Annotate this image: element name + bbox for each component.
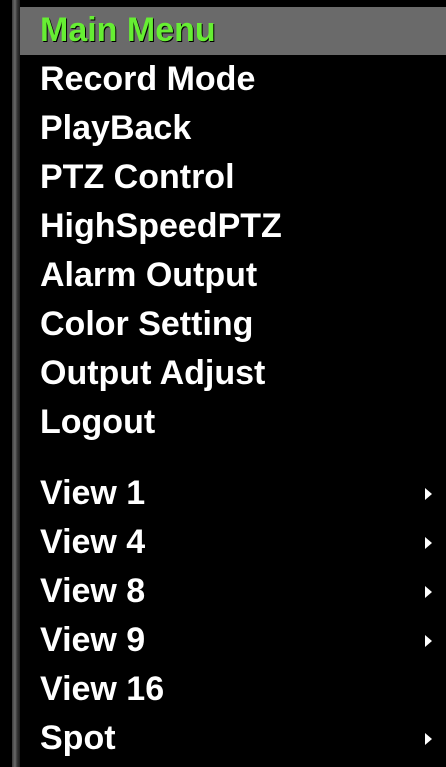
- menu-item-alarm-output[interactable]: Alarm Output: [20, 252, 446, 300]
- menu-item-playback[interactable]: PlayBack: [20, 105, 446, 153]
- menu-item-output-adjust[interactable]: Output Adjust: [20, 350, 446, 398]
- menu-item-label: View 16: [40, 670, 165, 708]
- menu-item-view-9[interactable]: View 9: [20, 617, 446, 665]
- menu-item-label: Spot: [40, 719, 116, 757]
- menu-item-label: View 1: [40, 474, 146, 512]
- menu-item-label: HighSpeedPTZ: [40, 207, 282, 245]
- chevron-right-icon: [425, 733, 432, 745]
- chevron-right-icon: [425, 537, 432, 549]
- menu-item-label: Main Menu: [40, 11, 216, 49]
- menu-item-color-setting[interactable]: Color Setting: [20, 301, 446, 349]
- chevron-right-icon: [425, 586, 432, 598]
- menu-item-view-1[interactable]: View 1: [20, 470, 446, 518]
- menu-item-view-16[interactable]: View 16: [20, 666, 446, 714]
- menu-item-view-8[interactable]: View 8: [20, 568, 446, 616]
- menu-item-label: Output Adjust: [40, 354, 266, 392]
- menu-item-label: Record Mode: [40, 60, 256, 98]
- menu-left-edge: [0, 0, 12, 767]
- menu-item-label: View 8: [40, 572, 146, 610]
- menu-item-label: Color Setting: [40, 305, 254, 343]
- menu-item-label: Logout: [40, 403, 156, 441]
- menu-item-label: View 4: [40, 523, 146, 561]
- menu-item-label: Alarm Output: [40, 256, 258, 294]
- chevron-right-icon: [425, 488, 432, 500]
- chevron-right-icon: [425, 635, 432, 647]
- menu-item-record-mode[interactable]: Record Mode: [20, 56, 446, 104]
- menu-item-view-4[interactable]: View 4: [20, 519, 446, 567]
- menu-item-label: PTZ Control: [40, 158, 235, 196]
- menu-item-highspeed-ptz[interactable]: HighSpeedPTZ: [20, 203, 446, 251]
- menu-item-label: View 9: [40, 621, 146, 659]
- menu-item-spot[interactable]: Spot: [20, 715, 446, 763]
- menu-border: [12, 0, 20, 767]
- menu-item-logout[interactable]: Logout: [20, 399, 446, 447]
- menu-item-ptz-control[interactable]: PTZ Control: [20, 154, 446, 202]
- menu-item-main-menu[interactable]: Main Menu: [20, 7, 446, 55]
- menu-item-label: PlayBack: [40, 109, 192, 147]
- context-menu: Main Menu Record Mode PlayBack PTZ Contr…: [0, 0, 446, 767]
